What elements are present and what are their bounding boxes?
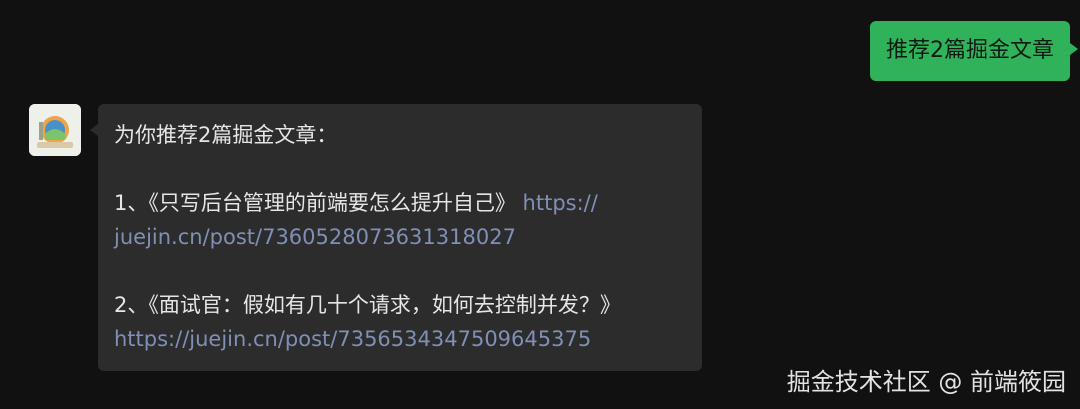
- article-2-link-line: https://juejin.cn/post/73565343475096453…: [114, 322, 686, 356]
- bot-avatar-icon[interactable]: [29, 104, 81, 156]
- incoming-message-bubble: 为你推荐2篇掘金文章： 1、《只写后台管理的前端要怎么提升自己》 https:/…: [90, 104, 702, 371]
- article-1-link-end[interactable]: juejin.cn/post/7360528073631318027: [114, 225, 516, 249]
- avatar-illustration: [29, 104, 81, 156]
- message-intro: 为你推荐2篇掘金文章：: [114, 123, 338, 147]
- outgoing-message-bubble[interactable]: 推荐2篇掘金文章: [870, 21, 1078, 81]
- watermark-text: 掘金技术社区 @ 前端筱园: [786, 368, 1066, 396]
- article-2-link[interactable]: https://juejin.cn/post/73565343475096453…: [114, 327, 591, 351]
- article-1-link-start[interactable]: https://: [523, 191, 598, 215]
- article-1-title: 1、《只写后台管理的前端要怎么提升自己》: [114, 191, 523, 215]
- article-1-link-line: juejin.cn/post/7360528073631318027: [114, 220, 686, 254]
- article-1-line: 1、《只写后台管理的前端要怎么提升自己》 https://: [114, 186, 686, 220]
- article-2-title: 2、《面试官：假如有几十个请求，如何去控制并发？》: [114, 293, 621, 317]
